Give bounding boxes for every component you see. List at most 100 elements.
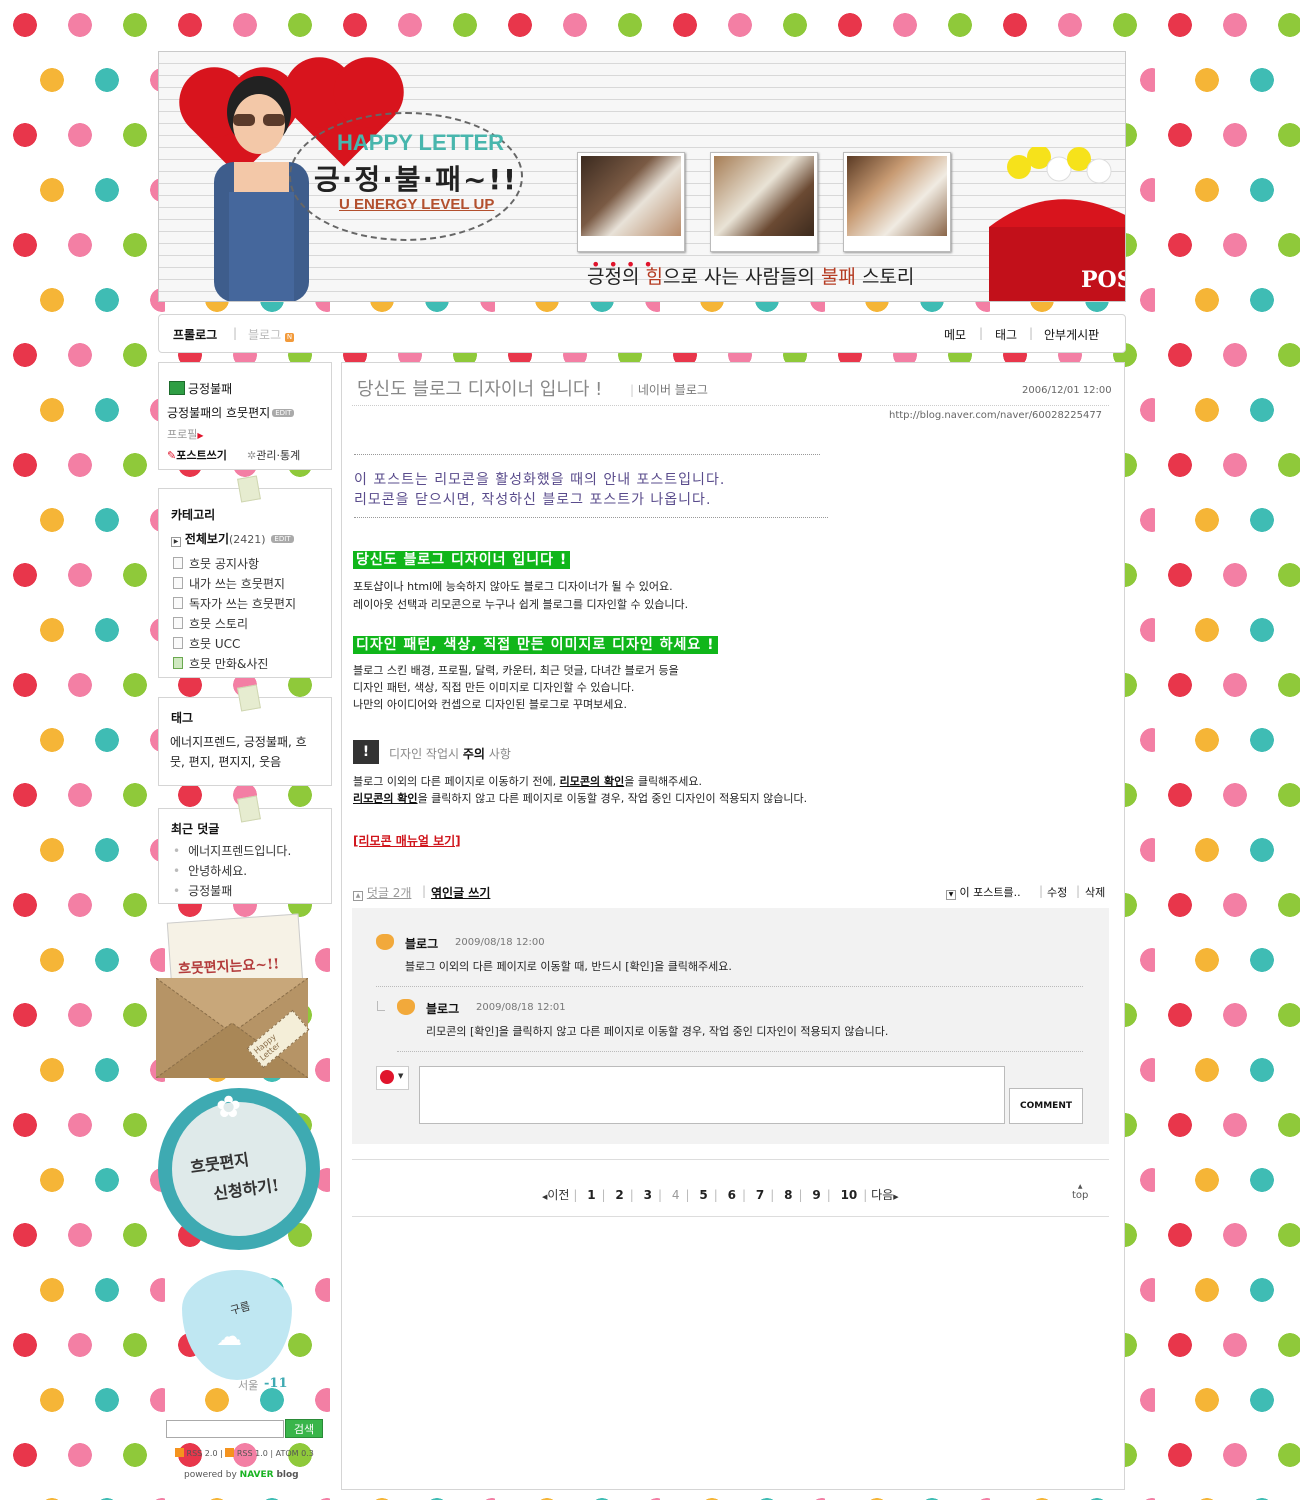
category-label: 흐뭇 UCC <box>189 637 241 651</box>
page-link[interactable]: 9 <box>812 1188 820 1202</box>
document-icon <box>173 597 183 609</box>
paragraph-line: 레이아웃 선택과 리모콘으로 누구나 쉽게 블로그를 디자인할 수 있습니다. <box>353 598 689 611</box>
arrow-right-icon: ▶ <box>197 431 204 440</box>
comment-textarea[interactable] <box>419 1066 1005 1124</box>
remote-confirm-link[interactable]: 리모콘의 확인 <box>560 775 625 788</box>
delete-link[interactable]: 삭제 <box>1085 884 1105 900</box>
recent-comment-label: 긍정불패 <box>188 884 233 898</box>
recent-comment-item[interactable]: • 안녕하세요. <box>173 862 247 879</box>
write-post-link[interactable]: ✎포스트쓰기 <box>167 447 227 463</box>
comment-author[interactable]: 블로그 <box>426 1000 459 1017</box>
new-badge: N <box>284 333 294 342</box>
header-photo <box>843 152 951 252</box>
document-icon <box>173 617 183 629</box>
this-post-label: 이 포스트를.. <box>959 886 1021 899</box>
comment-count-link[interactable]: ▲ 덧글 2개 <box>353 884 411 901</box>
manage-link[interactable]: ✲관리·통계 <box>247 447 300 463</box>
story-tagline: 긍정의 힘으로 사는 사람들의 불패 스토리 <box>587 262 914 289</box>
comment-icon: ▲ <box>353 891 363 901</box>
bullet-icon: • <box>173 844 181 858</box>
nav-guestbook[interactable]: 안부게시판 <box>1044 326 1099 343</box>
separator: | <box>713 1188 718 1202</box>
profile-link[interactable]: 프로필▶ <box>167 426 204 442</box>
search-button[interactable]: 검색 <box>285 1419 323 1438</box>
modify-link[interactable]: 수정 <box>1047 884 1067 900</box>
emoticon-picker[interactable]: ▼ <box>376 1066 409 1090</box>
tag-list-line[interactable]: 뭇, 편지, 편지지, 웃음 <box>170 753 281 770</box>
top-link[interactable]: ▲ top <box>1072 1183 1088 1201</box>
trackback-link[interactable]: 엮인글 쓰기 <box>431 884 490 901</box>
page-link[interactable]: 10 <box>841 1188 858 1202</box>
next-page[interactable]: 다음▶ <box>871 1188 898 1202</box>
caution-title: 디자인 작업시 주의 사항 <box>389 745 511 762</box>
book-icon <box>169 381 185 395</box>
post-title[interactable]: 당신도 블로그 디자이너 입니다 ! <box>357 375 602 401</box>
rss2-link[interactable]: RSS 2.0 <box>187 1449 218 1458</box>
happy-letter-widget[interactable]: 흐뭇편지는요~!! Happy Letter <box>156 913 310 1078</box>
atom-link[interactable]: ATOM 0.3 <box>276 1449 314 1458</box>
separator: | <box>422 884 427 898</box>
gear-icon: ✲ <box>247 449 257 462</box>
page-link[interactable]: 3 <box>644 1188 652 1202</box>
apply-letter-button[interactable]: ✿ 흐뭇편지 신청하기! <box>158 1088 320 1250</box>
recent-comment-item[interactable]: • 긍정불패 <box>173 882 232 899</box>
exclamation-icon: ! <box>353 740 379 764</box>
this-post-menu[interactable]: ▼ 이 포스트를.. <box>946 884 1021 900</box>
nav-memo[interactable]: 메모 <box>944 326 966 343</box>
comment-submit-button[interactable]: COMMENT <box>1009 1088 1083 1124</box>
category-item[interactable]: 독자가 쓰는 흐뭇편지 <box>173 595 296 612</box>
separator: | <box>1039 884 1044 898</box>
category-item[interactable]: 내가 쓰는 흐뭇편지 <box>173 575 285 592</box>
edit-button[interactable]: EDIT <box>271 535 294 543</box>
recent-comments-title: 최근 덧글 <box>171 822 220 836</box>
story-highlight: 불패 <box>820 266 856 288</box>
nav-tag[interactable]: 태그 <box>995 326 1017 343</box>
powered-by[interactable]: powered by NAVER blog <box>184 1470 299 1480</box>
manual-link[interactable]: [리모콘 매뉴얼 보기] <box>353 832 461 849</box>
tag-list-line[interactable]: 에너지프렌드, 긍정불패, 흐 <box>170 733 307 750</box>
rss1-link[interactable]: RSS 1.0 <box>237 1449 268 1458</box>
profile-name[interactable]: 긍정불패 <box>188 382 232 396</box>
post-source-label: 네이버 블로그 <box>637 383 708 397</box>
separator: | <box>601 1188 606 1202</box>
nav-prologue[interactable]: 프롤로그 <box>173 326 217 343</box>
category-label: 흐뭇 스토리 <box>189 617 249 631</box>
remote-confirm-link[interactable]: 리모콘의 확인 <box>353 792 418 805</box>
search-input[interactable] <box>166 1420 284 1438</box>
page-link[interactable]: 6 <box>728 1188 736 1202</box>
comment-author[interactable]: 블로그 <box>405 935 438 952</box>
category-item[interactable]: 흐뭇 만화&사진 <box>173 655 268 672</box>
post-url[interactable]: http://blog.naver.com/naver/60028225477 <box>889 410 1102 421</box>
happy-letter-title: HAPPY LETTER <box>337 130 505 155</box>
paper-clip <box>237 684 261 712</box>
bullet-icon: • <box>173 884 181 898</box>
comment-date: 2009/08/18 12:00 <box>455 937 545 948</box>
category-item[interactable]: 흐뭇 UCC <box>173 635 240 652</box>
page-link[interactable]: 5 <box>699 1188 707 1202</box>
category-item[interactable]: 흐뭇 공지사항 <box>173 555 259 572</box>
edit-button[interactable]: EDIT <box>272 409 295 417</box>
page-link[interactable]: 2 <box>615 1188 623 1202</box>
category-item[interactable]: 흐뭇 스토리 <box>173 615 248 632</box>
prev-page[interactable]: ◀이전 <box>542 1188 569 1202</box>
header-photo <box>577 152 685 252</box>
download-icon: ▼ <box>946 890 956 900</box>
nav-blog[interactable]: 블로그 N <box>248 326 294 343</box>
page-link[interactable]: 8 <box>784 1188 792 1202</box>
caution-line-1: 블로그 이외의 다른 페이지로 이동하기 전에, 리모콘의 확인을 클릭해주세요… <box>353 773 702 790</box>
recent-comment-item[interactable]: • 에너지프렌드입니다. <box>173 842 291 859</box>
paragraph-line: 나만의 아이디어와 컨셉으로 디자인된 블로그로 꾸며보세요. <box>353 698 627 711</box>
page-link[interactable]: 1 <box>587 1188 595 1202</box>
reply-marker <box>377 1001 385 1011</box>
profile-box: 긍정불패 긍정불패의 흐뭇편지 EDIT 프로필▶ ✎포스트쓰기 ✲관리·통계 <box>158 362 332 470</box>
notice-line: 리모콘을 닫으시면, 작성하신 블로그 포스트가 나옵니다. <box>354 492 712 508</box>
dog-avatar-icon <box>376 934 394 950</box>
paper-clip <box>237 795 261 823</box>
rss-icon <box>175 1448 184 1457</box>
weather-widget: 구름 ☁ <box>182 1270 292 1380</box>
document-icon <box>173 637 183 649</box>
category-all[interactable]: ▶ 전체보기(2421) EDIT <box>171 530 294 547</box>
prev-label: 이전 <box>547 1188 570 1202</box>
story-text: 스토리 <box>855 266 915 288</box>
page-link[interactable]: 7 <box>756 1188 764 1202</box>
